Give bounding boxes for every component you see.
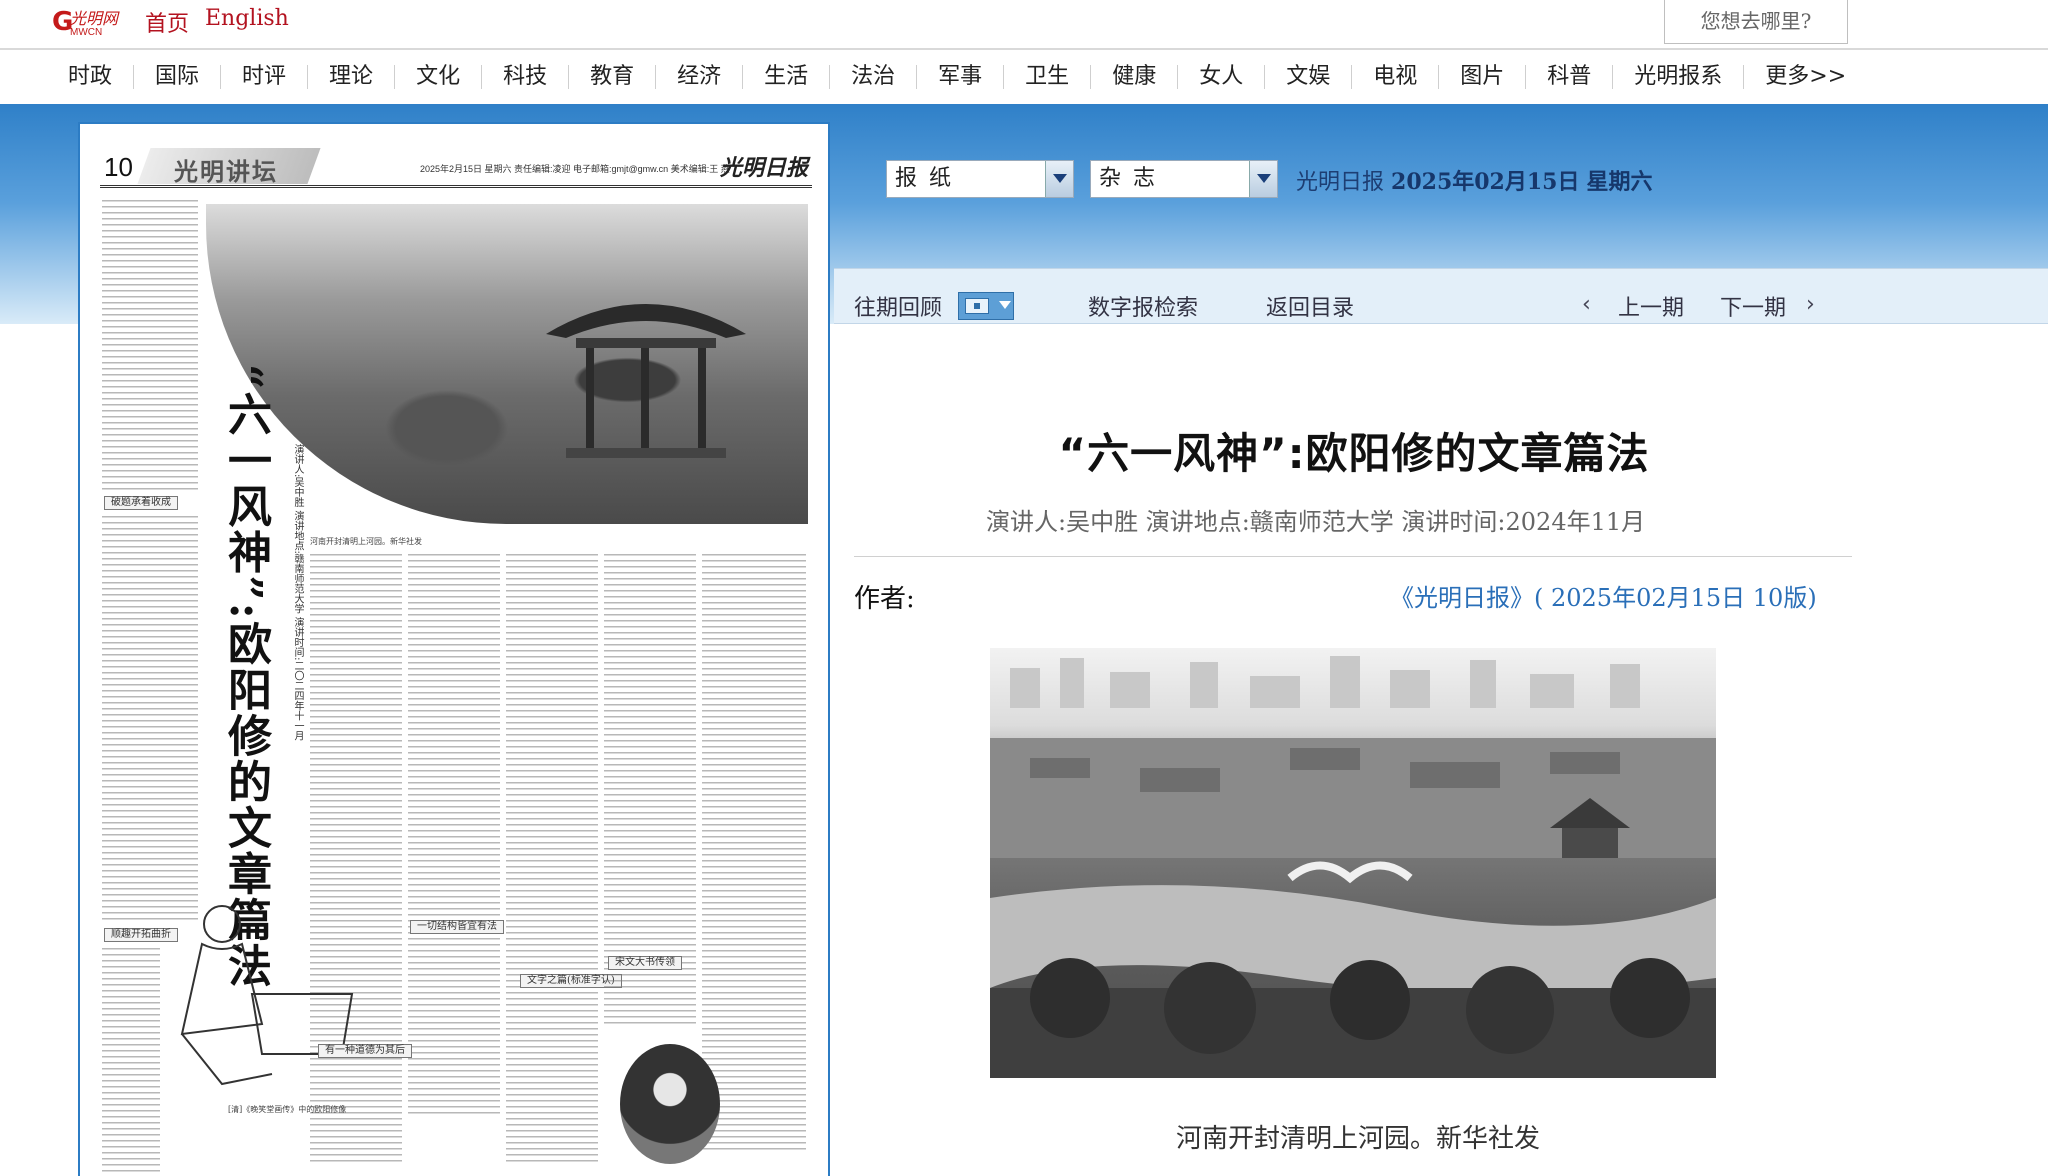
next-issue-link[interactable]: 下一期: [1720, 290, 1786, 322]
section-tag: 有一种道德为其后: [318, 1044, 412, 1058]
text-column[interactable]: [102, 200, 198, 490]
top-bar: G 光明网 MWCN 首页 English 您想去哪里?: [0, 0, 2048, 48]
nav-item-international[interactable]: 国际: [134, 65, 222, 89]
issue-date: 2025年02月15日: [1391, 169, 1580, 195]
paper-name: 光明日报: [1296, 170, 1385, 195]
nav-item-health-care[interactable]: 卫生: [1004, 65, 1092, 89]
archive-link[interactable]: 往期回顾: [854, 290, 942, 322]
svg-text:MWCN: MWCN: [70, 27, 102, 38]
text-column[interactable]: [102, 516, 198, 920]
nav-item-health[interactable]: 健康: [1091, 65, 1179, 89]
nav-item-technology[interactable]: 科技: [482, 65, 570, 89]
section-tag: 破题承着收成: [104, 496, 178, 510]
section-tag: 一切结构皆宜有法: [410, 920, 504, 934]
magazine-select[interactable]: 杂志: [1090, 160, 1278, 198]
nav-item-women[interactable]: 女人: [1178, 65, 1266, 89]
newspaper-page-view[interactable]: 10 光明讲坛 2025年2月15日 星期六 责任编辑:凌迎 电子邮箱:gmjt…: [78, 122, 830, 1176]
nav-item-education[interactable]: 教育: [569, 65, 657, 89]
nav-item-commentary[interactable]: 时评: [221, 65, 309, 89]
paper-speaker-info: 演讲人:吴中胜 演讲地点:赣南师范大学 演讲时间:二〇二四年十一月: [292, 444, 303, 741]
text-column[interactable]: [506, 554, 598, 1164]
chevron-right-icon[interactable]: ›: [1806, 292, 1815, 317]
nav-item-science-pop[interactable]: 科普: [1526, 65, 1614, 89]
section-tag: 宋文大书传领: [608, 956, 682, 970]
prev-issue-link[interactable]: 上一期: [1618, 290, 1684, 322]
issue-weekday: 星期六: [1586, 169, 1653, 195]
paper-brand: 光明日报: [720, 155, 809, 181]
nav-item-more[interactable]: 更多>>: [1744, 65, 1867, 89]
home-link[interactable]: 首页: [145, 6, 189, 38]
logo-icon: G 光明网 MWCN: [52, 7, 120, 38]
divider: [854, 556, 1852, 557]
text-column[interactable]: [102, 948, 160, 1176]
article-subtitle: 演讲人:吴中胜 演讲地点:赣南师范大学 演讲时间:2024年11月: [986, 508, 1646, 536]
chevron-down-icon[interactable]: [1249, 161, 1277, 197]
nav-item-economy[interactable]: 经济: [656, 65, 744, 89]
nav-item-entertainment[interactable]: 文娱: [1265, 65, 1353, 89]
text-column[interactable]: [408, 554, 500, 1114]
nav-item-tv[interactable]: 电视: [1352, 65, 1440, 89]
nav-item-pictures[interactable]: 图片: [1439, 65, 1527, 89]
nav-item-theory[interactable]: 理论: [308, 65, 396, 89]
nav-item-culture[interactable]: 文化: [395, 65, 483, 89]
issue-date-line: 光明日报 2025年02月15日 星期六: [1296, 164, 1653, 196]
text-column[interactable]: [702, 554, 806, 1154]
back-to-index-link[interactable]: 返回目录: [1266, 290, 1354, 322]
author-label: 作者:: [854, 584, 915, 614]
nav-item-military[interactable]: 军事: [917, 65, 1005, 89]
main-nav: 时政 国际 时评 理论 文化 科技 教育 经济 生活 法治 军事 卫生 健康 女…: [0, 48, 2048, 104]
svg-text:光明网: 光明网: [70, 9, 120, 28]
page-number: 10: [104, 152, 133, 182]
site-search-input[interactable]: 您想去哪里?: [1664, 0, 1848, 44]
paper-select[interactable]: 报纸: [886, 160, 1074, 198]
calendar-icon: [965, 298, 989, 314]
paper-header: 10 光明讲坛 2025年2月15日 星期六 责任编辑:凌迎 电子邮箱:gmjt…: [100, 144, 812, 188]
english-link[interactable]: English: [205, 6, 289, 31]
chevron-down-icon: [999, 301, 1011, 309]
nav-item-gm-papers[interactable]: 光明报系: [1613, 65, 1745, 89]
landscape-photo-icon: [990, 656, 1716, 1078]
nav-item-law[interactable]: 法治: [830, 65, 918, 89]
sketch-caption: [清]《晚笑堂画传》中的欧阳修像: [228, 1105, 347, 1114]
paper-select-value: 报纸: [895, 166, 964, 191]
nav-item-life[interactable]: 生活: [743, 65, 831, 89]
chevron-down-icon[interactable]: [1045, 161, 1073, 197]
article-photo[interactable]: [990, 648, 1716, 1078]
newspaper-page: 10 光明讲坛 2025年2月15日 星期六 责任编辑:凌迎 电子邮箱:gmjt…: [100, 144, 812, 1176]
nav-item-politics[interactable]: 时政: [52, 65, 135, 89]
issue-toolbar: [834, 268, 2048, 324]
digital-search-link[interactable]: 数字报检索: [1088, 290, 1198, 322]
portrait-sketch-icon: [180, 905, 354, 1086]
paper-photo-caption: 河南开封清明上河园。新华社发: [310, 537, 422, 546]
speaker-portrait[interactable]: [620, 1044, 720, 1164]
calendar-button[interactable]: [958, 292, 1014, 320]
paper-date-line: 2025年2月15日 星期六 责任编辑:凌迎 电子邮箱:gmjt@gmw.cn …: [420, 164, 730, 174]
text-column[interactable]: [604, 554, 696, 1024]
article-title: “六一风神”:欧阳修的文章篇法: [1058, 429, 1650, 478]
site-logo[interactable]: G 光明网 MWCN: [52, 4, 132, 38]
section-name: 光明讲坛: [174, 157, 278, 186]
chevron-left-icon[interactable]: ‹: [1582, 292, 1591, 317]
magazine-select-value: 杂志: [1099, 166, 1168, 191]
pavilion-icon: [546, 304, 746, 458]
article-photo-caption: 河南开封清明上河园。新华社发: [1176, 1124, 1541, 1154]
article-source-link[interactable]: 《光明日报》( 2025年02月15日 10版): [1390, 578, 1817, 613]
